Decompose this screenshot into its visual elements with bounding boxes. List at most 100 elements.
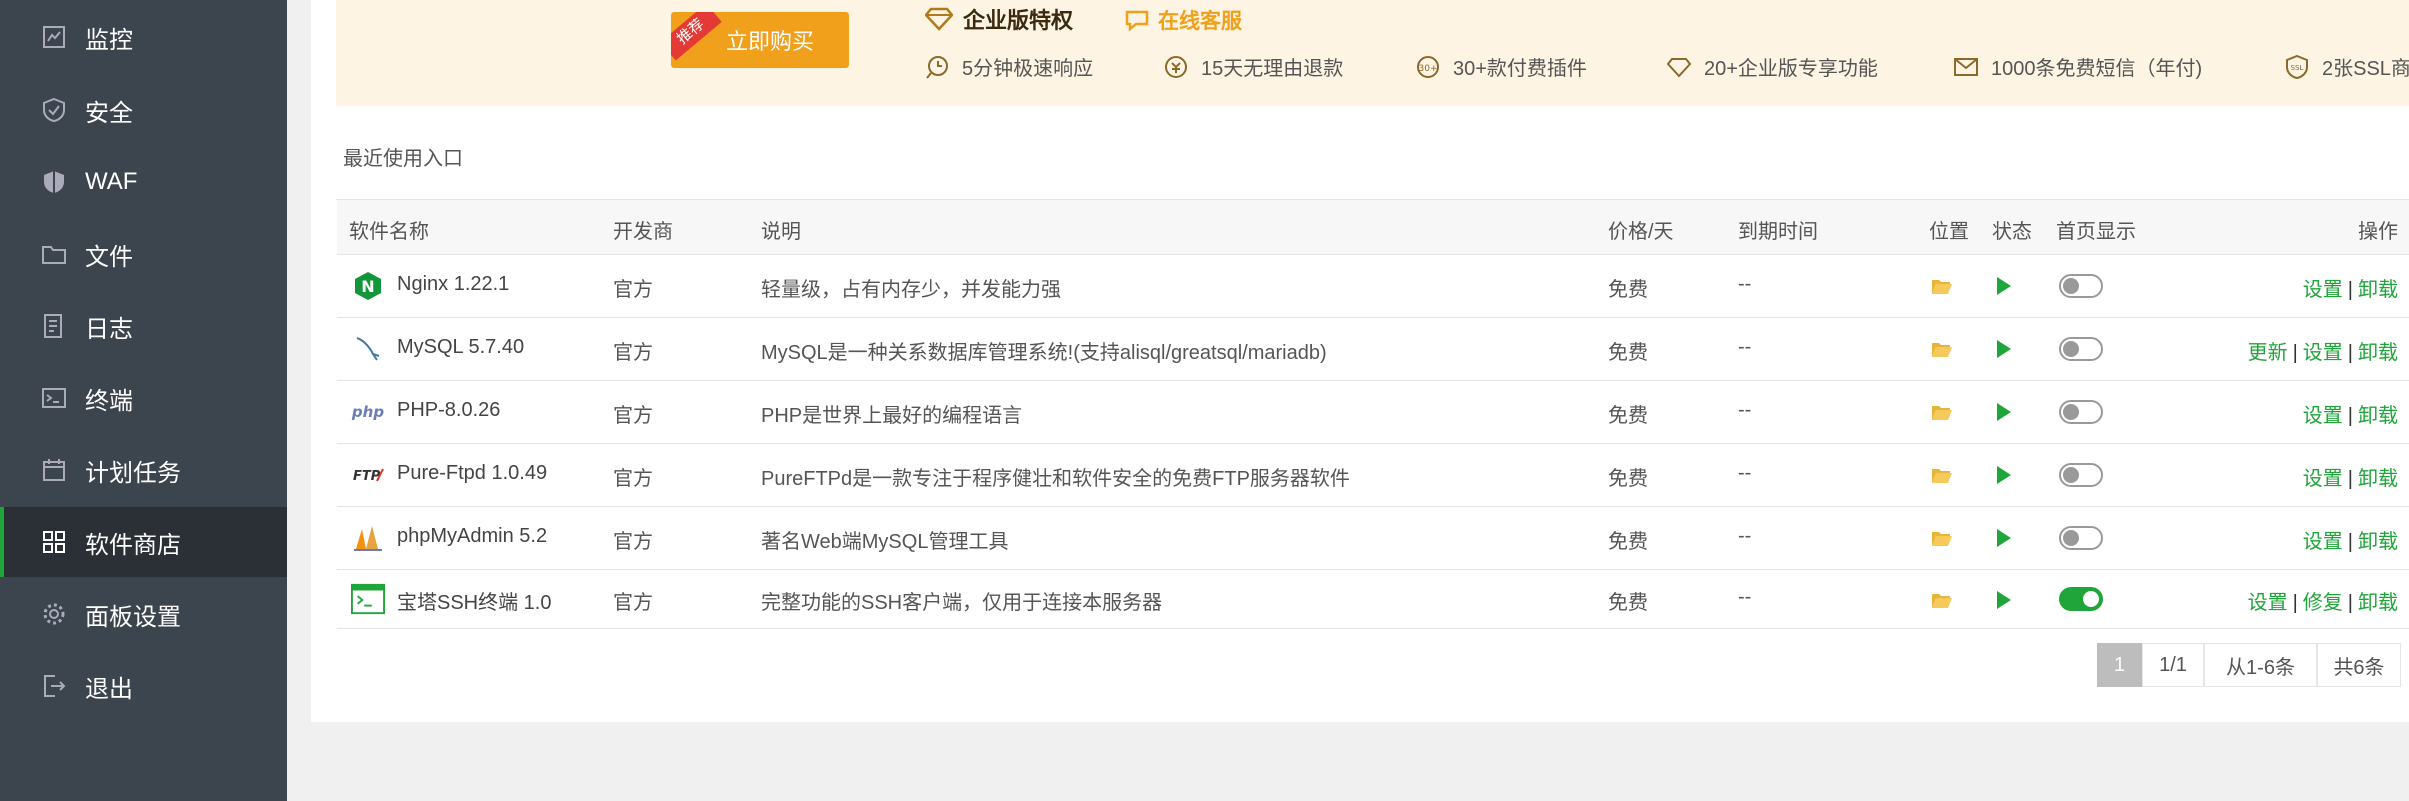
settings-link[interactable]: 设置 [2303, 405, 2343, 427]
clock-icon [926, 55, 948, 79]
table-row: FTP Pure-Ftpd 1.0.49 官方 PureFTPd是一款专注于程序… [337, 444, 2409, 507]
uninstall-link[interactable]: 卸载 [2358, 405, 2398, 427]
calendar-icon [41, 457, 67, 483]
header-expire: 到期时间 [1738, 221, 1818, 243]
folder-icon [41, 241, 67, 267]
separator: | [2347, 468, 2353, 490]
svg-text:N: N [361, 277, 374, 296]
settings-link[interactable]: 设置 [2303, 468, 2343, 490]
expire-time: -- [1738, 399, 1752, 421]
pager-total: 共6条 [2317, 643, 2401, 687]
table-row: php PHP-8.0.26 官方 PHP是世界上最好的编程语言 免费 -- 设… [337, 381, 2409, 444]
settings-link[interactable]: 设置 [2303, 531, 2343, 553]
uninstall-link[interactable]: 卸载 [2358, 531, 2398, 553]
play-icon[interactable] [1997, 340, 2011, 358]
homepage-toggle[interactable] [2059, 526, 2103, 550]
terminal-icon [41, 385, 67, 411]
developer: 官方 [613, 342, 653, 364]
developer: 官方 [613, 468, 653, 490]
settings-link[interactable]: 设置 [2303, 342, 2343, 364]
pager-current-page[interactable]: 1 [2097, 643, 2142, 687]
open-folder-icon[interactable] [1931, 529, 1953, 547]
toggle-knob [2063, 467, 2079, 483]
description: PureFTPd是一款专注于程序健壮和软件安全的免费FTP服务器软件 [761, 468, 1350, 490]
homepage-toggle[interactable] [2059, 337, 2103, 361]
header-name: 软件名称 [349, 221, 429, 243]
uninstall-link[interactable]: 卸载 [2358, 342, 2398, 364]
feature-fast-response: 5分钟极速响应 [924, 52, 1093, 81]
settings-link[interactable]: 设置 [2303, 279, 2343, 301]
ssl-icon: SSL [2286, 54, 2308, 79]
buy-now-button[interactable]: 立即购买 推荐 [671, 12, 849, 68]
description: 完整功能的SSH客户端，仅用于连接本服务器 [761, 592, 1163, 614]
online-service-link[interactable]: 在线客服 [1124, 5, 1242, 35]
feature-text: 1000条免费短信（年付) [1991, 58, 2203, 80]
row-actions: 设置 | 卸载 [2303, 399, 2398, 428]
sidebar-item-panel-settings[interactable]: 面板设置 [0, 579, 287, 649]
row-actions: 设置 | 卸载 [2303, 525, 2398, 554]
row-actions: 设置 | 修复 | 卸载 [2248, 586, 2398, 615]
separator: | [2347, 342, 2353, 364]
feature-text: 30+款付费插件 [1453, 58, 1587, 80]
gear-icon [41, 601, 67, 627]
open-folder-icon[interactable] [1931, 466, 1953, 484]
svg-text:FTP: FTP [353, 469, 381, 484]
pager-range: 从1-6条 [2204, 643, 2317, 687]
diamond-outline-icon [1666, 57, 1692, 77]
recent-entries-label: 最近使用入口 [343, 148, 463, 170]
play-icon[interactable] [1997, 403, 2011, 421]
sidebar-item-cron[interactable]: 计划任务 [0, 435, 287, 505]
ftp-icon: FTP [351, 458, 385, 492]
homepage-toggle[interactable] [2059, 587, 2103, 611]
sidebar-item-files[interactable]: 文件 [0, 219, 287, 289]
settings-link[interactable]: 设置 [2248, 592, 2288, 614]
nginx-icon: N [351, 269, 385, 303]
refund-icon [1165, 55, 1187, 78]
sidebar-item-logout[interactable]: 退出 [0, 651, 287, 721]
log-icon [41, 313, 67, 339]
software-name: phpMyAdmin 5.2 [397, 525, 548, 547]
homepage-toggle[interactable] [2059, 274, 2103, 298]
play-icon[interactable] [1997, 277, 2011, 295]
ssh-terminal-icon [351, 582, 385, 616]
uninstall-link[interactable]: 卸载 [2358, 279, 2398, 301]
sidebar-item-monitor[interactable]: 监控 [0, 2, 287, 72]
expire-time: -- [1738, 273, 1752, 295]
expire-time: -- [1738, 525, 1752, 547]
expire-time: -- [1738, 586, 1752, 608]
open-folder-icon[interactable] [1931, 277, 1953, 295]
open-folder-icon[interactable] [1931, 403, 1953, 421]
sidebar-item-terminal[interactable]: 终端 [0, 363, 287, 433]
price: 免费 [1608, 279, 1648, 301]
software-name: 宝塔SSH终端 1.0 [397, 592, 552, 614]
sidebar-item-label: 日志 [85, 315, 133, 343]
repair-link[interactable]: 修复 [2303, 592, 2343, 614]
developer: 官方 [613, 279, 653, 301]
software-name: PHP-8.0.26 [397, 399, 501, 421]
open-folder-icon[interactable] [1931, 591, 1953, 609]
homepage-toggle[interactable] [2059, 463, 2103, 487]
uninstall-link[interactable]: 卸载 [2358, 592, 2398, 614]
feature-text: 5分钟极速响应 [962, 58, 1094, 80]
update-link[interactable]: 更新 [2248, 342, 2288, 364]
separator: | [2347, 279, 2353, 301]
open-folder-icon[interactable] [1931, 340, 1953, 358]
play-icon[interactable] [1997, 529, 2011, 547]
play-icon[interactable] [1997, 466, 2011, 484]
description: MySQL是一种关系数据库管理系统!(支持alisql/greatsql/mar… [761, 342, 1327, 364]
sidebar-item-app-store[interactable]: 软件商店 [0, 507, 287, 577]
sidebar-item-waf[interactable]: WAF [0, 147, 287, 217]
grid-icon [41, 529, 67, 555]
header-description: 说明 [761, 221, 801, 243]
play-icon[interactable] [1997, 591, 2011, 609]
uninstall-link[interactable]: 卸载 [2358, 468, 2398, 490]
header-status: 状态 [1992, 221, 2032, 243]
table-header: 软件名称 开发商 说明 价格/天 到期时间 位置 状态 首页显示 操作 [337, 200, 2409, 255]
sidebar-item-security[interactable]: 安全 [0, 75, 287, 145]
sidebar-item-logs[interactable]: 日志 [0, 291, 287, 361]
homepage-toggle[interactable] [2059, 400, 2103, 424]
feature-text: 15天无理由退款 [1201, 58, 1344, 80]
price: 免费 [1608, 531, 1648, 553]
sidebar-item-label: 计划任务 [85, 459, 181, 487]
toggle-knob [2063, 341, 2079, 357]
